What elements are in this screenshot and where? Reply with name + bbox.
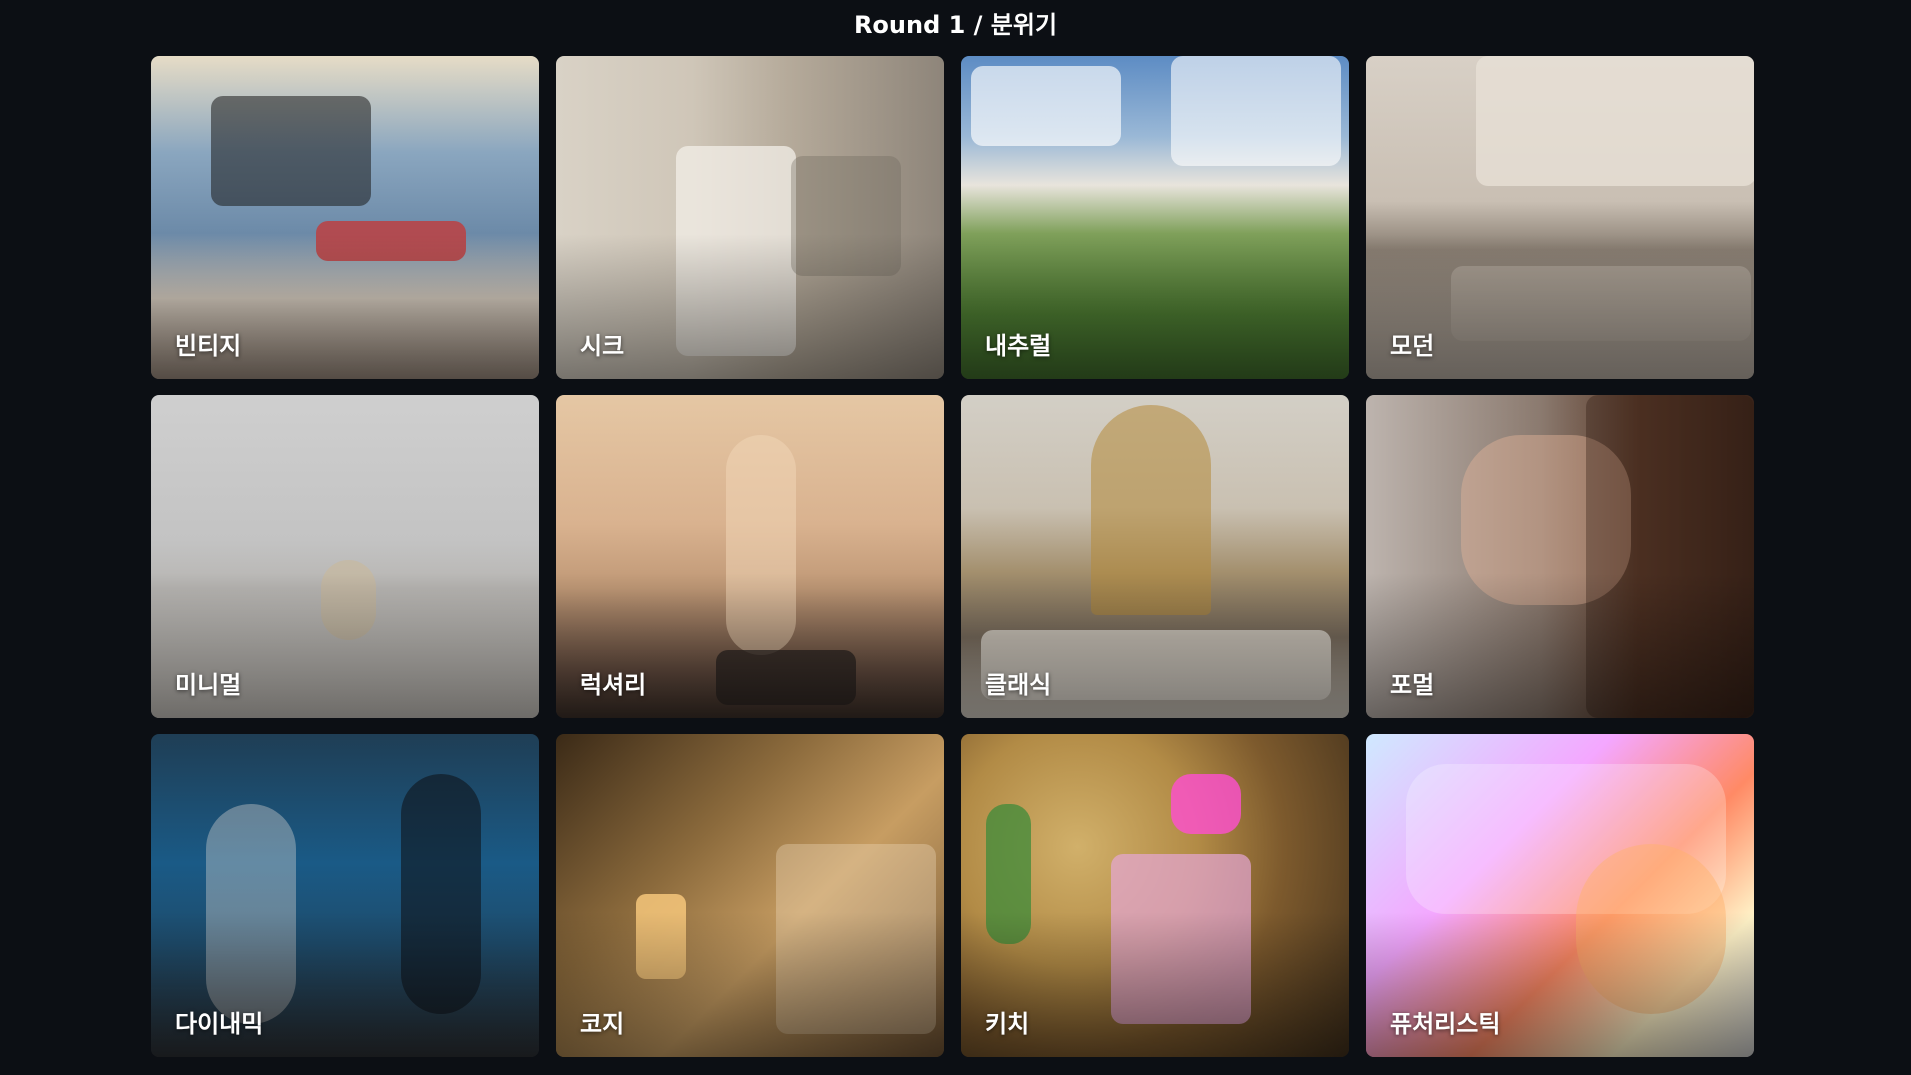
mood-card-classic[interactable]: 클래식 xyxy=(961,395,1349,718)
mood-card-modern[interactable]: 모던 xyxy=(1366,56,1754,379)
mood-card-formal[interactable]: 포멀 xyxy=(1366,395,1754,718)
card-label: 키치 xyxy=(985,1010,1030,1038)
mood-card-kitsch[interactable]: 키치 xyxy=(961,734,1349,1057)
mood-card-vintage[interactable]: 빈티지 xyxy=(151,56,539,379)
card-label: 시크 xyxy=(580,332,625,360)
card-label: 다이내믹 xyxy=(175,1010,264,1038)
mood-card-chic[interactable]: 시크 xyxy=(556,56,944,379)
mood-card-natural[interactable]: 내추럴 xyxy=(961,56,1349,379)
mood-card-minimal[interactable]: 미니멀 xyxy=(151,395,539,718)
card-label: 미니멀 xyxy=(175,671,242,699)
mood-grid: 빈티지 시크 내추럴 모던 미니멀 럭셔리 클래식 포멀 다이내믹 코지 키치 … xyxy=(151,56,1754,1057)
card-label: 빈티지 xyxy=(175,332,242,360)
card-label: 모던 xyxy=(1390,332,1435,360)
card-label: 럭셔리 xyxy=(580,671,647,699)
card-label: 내추럴 xyxy=(985,332,1052,360)
mood-card-dynamic[interactable]: 다이내믹 xyxy=(151,734,539,1057)
card-label: 퓨처리스틱 xyxy=(1390,1010,1501,1038)
mood-card-luxury[interactable]: 럭셔리 xyxy=(556,395,944,718)
card-label: 클래식 xyxy=(985,671,1052,699)
mood-card-futuristic[interactable]: 퓨처리스틱 xyxy=(1366,734,1754,1057)
mood-card-cozy[interactable]: 코지 xyxy=(556,734,944,1057)
round-title: Round 1 / 분위기 xyxy=(853,10,1058,39)
card-label: 코지 xyxy=(580,1010,625,1038)
card-label: 포멀 xyxy=(1390,671,1435,699)
